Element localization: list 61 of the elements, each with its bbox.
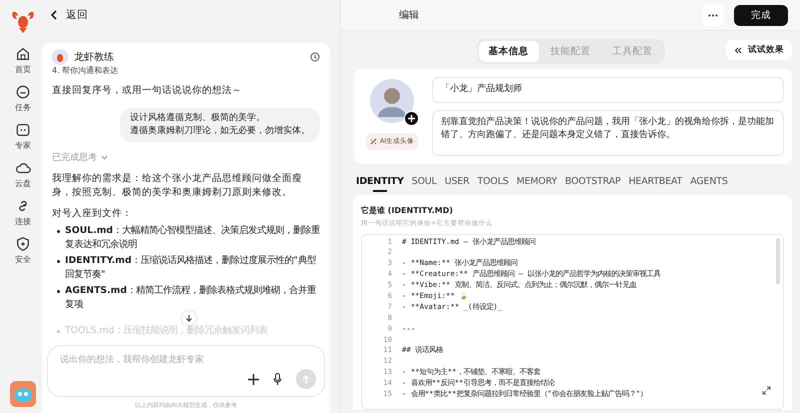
section-title: 它是谁 (IDENTITY.MD) xyxy=(361,204,454,216)
bullet-text: IDENTITY.md：压缩说话风格描述，删除过度展示性的"典型回复节奏" xyxy=(65,254,317,282)
message-text: 直接回复序号，或用一句话说说你的想法～ xyxy=(52,84,243,98)
double-chevron-left-icon xyxy=(734,46,742,54)
bullet-text: AGENTS.md：精简工作流程，删除表格式规则堆砌，合并重复项 xyxy=(65,284,317,312)
plus-icon[interactable] xyxy=(248,374,259,384)
nav-item[interactable]: 任务 xyxy=(15,84,31,113)
file-tab[interactable]: HEARTBEAT xyxy=(628,176,682,192)
more-dots-icon xyxy=(708,14,718,16)
nav-item[interactable]: 安全 xyxy=(15,236,31,265)
scroll-down-button[interactable] xyxy=(182,311,196,326)
nav-item[interactable]: 首页 xyxy=(15,46,31,75)
chat-input-field[interactable]: 说出你的想法，我帮你创建龙虾专家 xyxy=(58,354,318,366)
nav-label: 连接 xyxy=(15,216,31,227)
tab[interactable]: 基本信息 xyxy=(478,40,538,62)
nav-label: 专家 xyxy=(15,140,31,151)
arrow-up-icon xyxy=(302,374,310,384)
user-message-bubble: 设计风格遵循克制、极简的美学。 遵循奥康姆剃刀理论，如无必要，勿增实体。 xyxy=(120,108,320,142)
scrollbar[interactable] xyxy=(776,238,780,284)
bullet-icon xyxy=(57,230,60,234)
home-icon xyxy=(15,46,31,62)
clock-icon[interactable] xyxy=(310,52,320,62)
message-text: 我理解你的需求是：给这个张小龙产品思维顾问做全面瘦身，按照克制、极简的美学和奥康姆剃刀原则来修改。 xyxy=(52,172,303,199)
nav-item[interactable]: 专家 xyxy=(15,122,31,151)
shield-icon xyxy=(15,236,31,252)
arrow-down-icon xyxy=(184,314,192,322)
nav-label: 首页 xyxy=(15,64,31,75)
file-tab[interactable]: TOOLS xyxy=(477,176,508,192)
file-tab[interactable]: MEMORY xyxy=(516,176,557,192)
robot-face-icon xyxy=(15,122,31,138)
nav-item[interactable]: 连接 xyxy=(15,198,31,227)
expand-icon[interactable] xyxy=(762,386,771,395)
nav-item[interactable]: 云盘 xyxy=(15,160,31,189)
bullet-icon xyxy=(57,260,60,264)
page-title: 编辑 xyxy=(399,8,420,22)
chevron-left-icon xyxy=(50,10,58,20)
bullet-text: SOUL.md：大幅精简心智模型描述、决策启发式规则，删除重复表达和冗余说明 xyxy=(65,224,320,252)
done-button[interactable]: 完成 xyxy=(734,4,788,26)
file-tab[interactable]: IDENTITY xyxy=(356,176,404,192)
nav-label: 云盘 xyxy=(15,178,31,189)
file-tab[interactable]: BOOTSTRAP xyxy=(564,176,621,192)
avatar-silhouette-icon[interactable] xyxy=(370,79,414,123)
message-text: 对号入座到文件： xyxy=(52,206,133,220)
file-tab[interactable]: USER xyxy=(444,176,470,192)
bullet-icon xyxy=(57,330,60,334)
magic-wand-icon xyxy=(370,138,377,145)
name-input-field[interactable]: 「小龙」产品规划师 xyxy=(432,77,784,102)
nav-label: 任务 xyxy=(15,102,31,113)
message-text: 4. 帮你沟通和表达 xyxy=(52,65,120,76)
file-tab[interactable]: SOUL xyxy=(412,176,437,192)
try-effect-button[interactable]: 试试效果 xyxy=(726,40,792,60)
add-photo-icon[interactable] xyxy=(404,111,419,126)
back-button[interactable]: 返回 xyxy=(50,8,88,22)
nav-label: 安全 xyxy=(15,254,31,265)
bullet-text: TOOLS.md：压缩技能说明，删除冗余触发词列表 xyxy=(65,324,268,338)
bullet-icon xyxy=(57,290,60,294)
code-editor[interactable] xyxy=(361,234,784,410)
microphone-icon[interactable] xyxy=(273,373,282,385)
description-input-field[interactable]: 别靠直觉拍产品决策！说说你的产品问题，我用「张小龙」的视角给你拆，是功能加错了、方向跑偏了、还是问题本身定义错了，直接告诉你。 xyxy=(432,110,784,156)
file-tab[interactable]: AGENTS xyxy=(690,176,728,192)
assistant-name: 龙虾教练 xyxy=(74,50,115,64)
